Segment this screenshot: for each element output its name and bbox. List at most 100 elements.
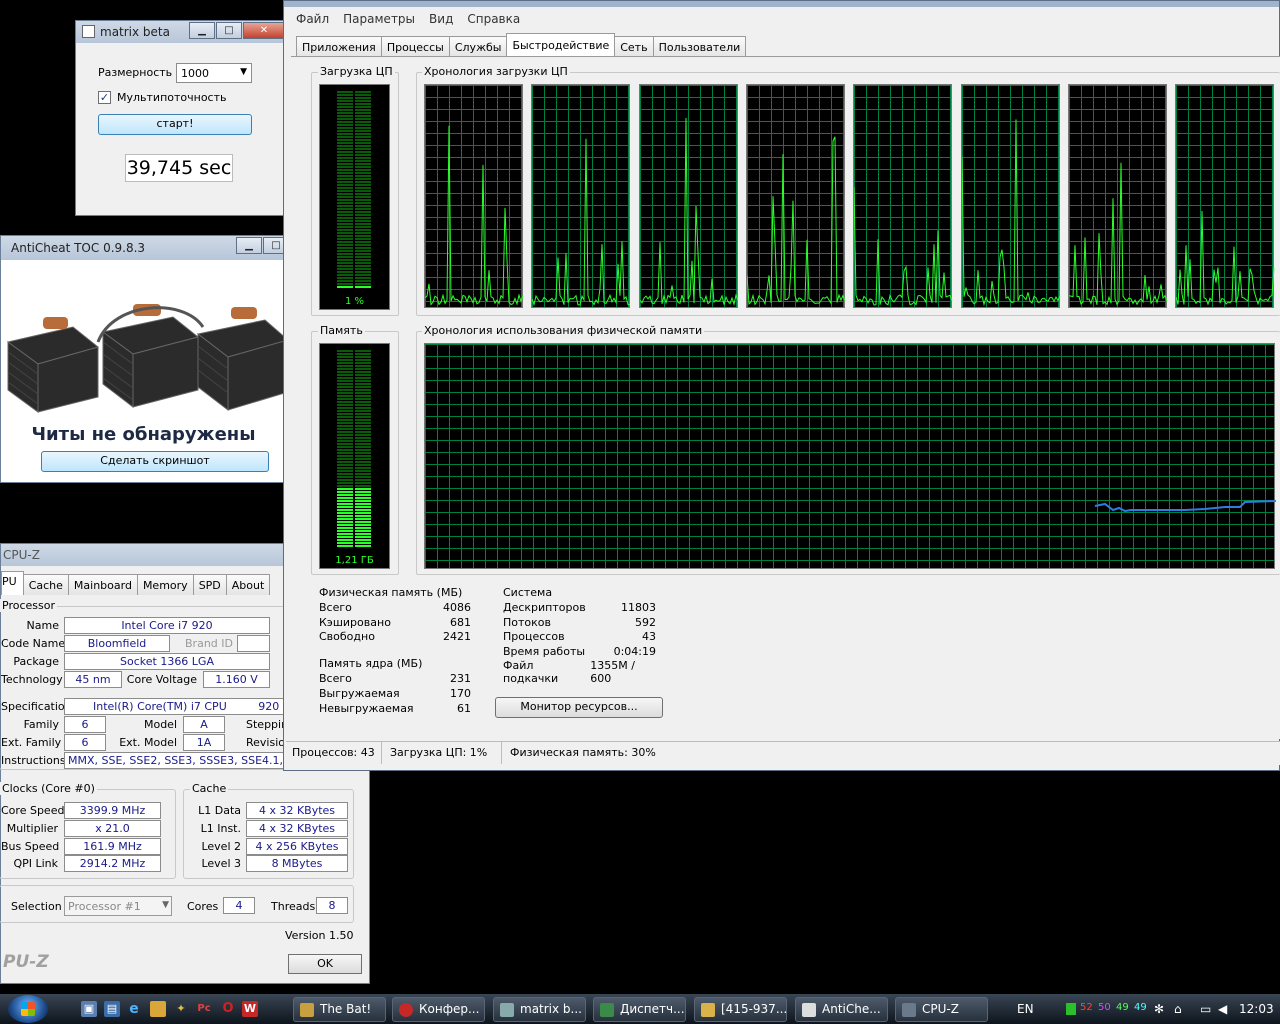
gauge-segment (337, 211, 353, 213)
screenshot-button[interactable]: Сделать скриншот (41, 451, 269, 472)
tab-cache[interactable]: Cache (22, 574, 69, 595)
gauge-segment (337, 476, 353, 478)
tray-network-icon[interactable]: ⌂ (1174, 1002, 1182, 1016)
pc-icon[interactable]: Pc (196, 1001, 212, 1017)
gauge-segment (337, 217, 353, 219)
threads-label: Threads (271, 900, 316, 913)
tab-memory[interactable]: Memory (136, 574, 194, 595)
gauge-segment (337, 458, 353, 460)
tab-cpu[interactable]: PU (1, 571, 24, 595)
stat-value: 231 (450, 672, 471, 685)
gauge-segment (355, 431, 371, 433)
taskbar-button-anticheat[interactable]: AntiChe... (795, 997, 888, 1022)
menu-options[interactable]: Параметры (343, 12, 415, 26)
tab-networking[interactable]: Сеть (614, 36, 654, 57)
stat-label: Невыгружаемая (319, 702, 414, 715)
minimize-button[interactable]: ▁ (189, 22, 215, 39)
clock[interactable]: 12:03 (1239, 1002, 1274, 1016)
cpu-core-line (639, 117, 739, 306)
menu-help[interactable]: Справка (467, 12, 520, 26)
taskbar-button-label: CPU-Z (922, 1002, 959, 1016)
ok-button[interactable]: OK (288, 954, 362, 974)
close-button[interactable]: ✕ (243, 22, 285, 39)
cpu-core-trace (639, 117, 739, 306)
gauge-segment (355, 193, 371, 195)
system-processes-row: Процессов 43 (503, 630, 656, 643)
gauge-segment (355, 467, 371, 469)
gauge-segment (337, 235, 353, 237)
opera-icon[interactable]: O (220, 1001, 236, 1017)
stat-label: Дескрипторов (503, 601, 586, 614)
tray-monitor-icon[interactable]: ▭ (1200, 1002, 1211, 1016)
tab-users[interactable]: Пользователи (652, 36, 747, 57)
internet-explorer-icon[interactable]: e (126, 1001, 142, 1017)
ext-model-label: Ext. Model (119, 736, 177, 749)
core-speed-label: Core Speed (1, 804, 65, 817)
taskbar-button-thebat[interactable]: The Bat! (293, 997, 386, 1022)
gauge-segment (355, 151, 371, 153)
taskbar-button-taskmgr[interactable]: Диспетч... (593, 997, 686, 1022)
selection-dropdown[interactable]: Processor #1 ▼ (64, 896, 172, 916)
cpu-core-trace (746, 136, 846, 306)
gauge-segment (355, 416, 371, 418)
tab-about[interactable]: About (225, 574, 271, 595)
gauge-segment (355, 446, 371, 448)
minimize-button[interactable]: ▁ (236, 237, 262, 254)
tray-green-icon[interactable] (1066, 1003, 1076, 1015)
maximize-button[interactable]: □ (216, 22, 242, 39)
language-indicator[interactable]: EN (1017, 1002, 1034, 1016)
size-select[interactable]: 1000 ▼ (176, 63, 252, 83)
gauge-segment (355, 425, 371, 427)
taskbar-button-cpuz[interactable]: CPU-Z (895, 997, 988, 1022)
tab-mainboard[interactable]: Mainboard (67, 574, 138, 595)
system-handles-row: Дескрипторов 11803 (503, 601, 656, 614)
stat-value: 592 (635, 616, 656, 629)
taskbar-button-folder[interactable]: [415-937... (694, 997, 787, 1022)
gauge-segment (337, 512, 353, 514)
gauge-segment (337, 449, 353, 451)
taskbar-button-conference[interactable]: Конфер... (392, 997, 485, 1022)
gauge-segment (355, 464, 371, 466)
show-desktop-icon[interactable]: ▣ (81, 1001, 97, 1017)
gauge-segment (337, 127, 353, 129)
tool-icon[interactable]: ✦ (173, 1001, 189, 1017)
cpu-core-line (854, 187, 953, 306)
stat-label: Кэшировано (319, 616, 391, 629)
tab-services[interactable]: Службы (448, 36, 508, 57)
tab-spd[interactable]: SPD (192, 574, 227, 595)
menu-view[interactable]: Вид (429, 12, 453, 26)
word-icon[interactable]: W (242, 1001, 258, 1017)
gauge-segment (355, 229, 371, 231)
gauge-segment (337, 238, 353, 240)
folder-icon[interactable] (150, 1001, 166, 1017)
cpu-core-graph (1067, 84, 1168, 308)
gauge-segment (337, 187, 353, 189)
gauge-segment (355, 283, 371, 285)
core-speed-value: 3399.9 MHz (64, 802, 161, 819)
gauge-segment (355, 362, 371, 364)
gauge-segment (337, 286, 353, 288)
gauge-segment (355, 223, 371, 225)
tab-processes[interactable]: Процессы (380, 36, 450, 57)
menu-file[interactable]: Файл (296, 12, 329, 26)
start-button[interactable]: старт! (98, 114, 252, 135)
gauge-segment (355, 208, 371, 210)
tray-volume-icon[interactable]: ◀ (1218, 1002, 1227, 1016)
tab-applications[interactable]: Приложения (296, 36, 382, 57)
gauge-segment (337, 371, 353, 373)
gauge-segment (337, 256, 353, 258)
gauge-segment (355, 280, 371, 282)
tab-performance[interactable]: Быстродействие (506, 33, 616, 57)
tray-gear-icon[interactable]: ✻ (1154, 1002, 1164, 1016)
memory-value: 1,21 ГБ (335, 555, 374, 566)
multithread-checkbox[interactable]: ✓ (98, 91, 111, 104)
start-button[interactable] (8, 995, 48, 1023)
anticheat-titlebar[interactable]: AntiCheat TOC 0.9.8.3 ▁ □ (1, 236, 289, 260)
resource-monitor-button[interactable]: Монитор ресурсов... (495, 697, 663, 718)
taskbar-button-matrix[interactable]: matrix b... (493, 997, 586, 1022)
cpuz-icon (902, 1003, 916, 1017)
switch-windows-icon[interactable]: ▤ (104, 1001, 120, 1017)
matrix-titlebar[interactable]: matrix beta ▁ □ ✕ (76, 21, 289, 43)
gauge-segment (355, 449, 371, 451)
gauge-segment (355, 124, 371, 126)
